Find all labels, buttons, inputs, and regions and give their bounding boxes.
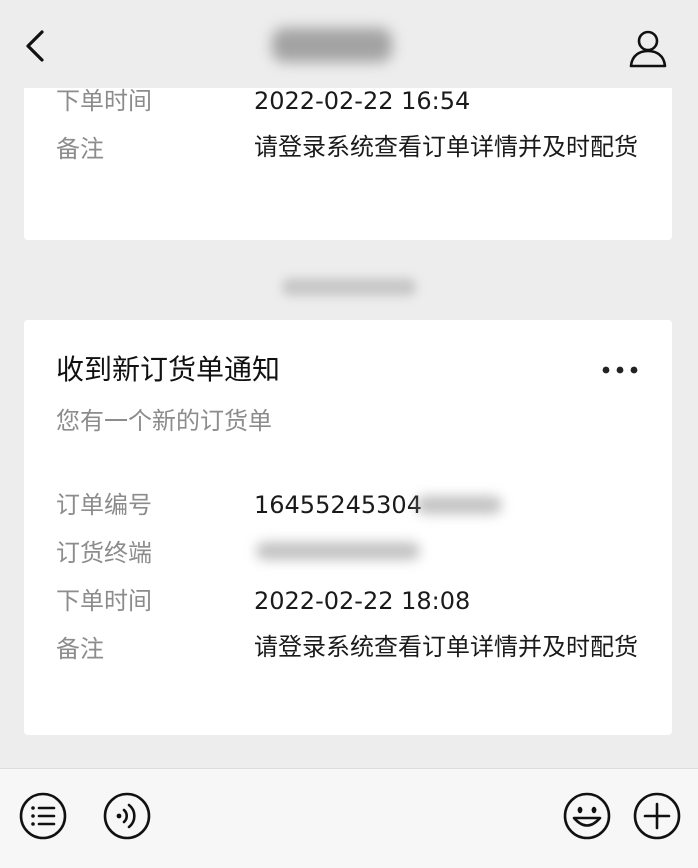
menu-list-icon[interactable]	[18, 791, 68, 841]
remark-value: 请登录系统查看订单详情并及时配货	[254, 133, 638, 161]
home-indicator-strip	[0, 852, 698, 868]
order-number-blur	[416, 496, 502, 514]
voice-icon[interactable]	[102, 791, 152, 841]
remark-label: 备注	[56, 135, 104, 163]
card-description: 您有一个新的订货单	[56, 407, 272, 435]
order-time-label: 下单时间	[56, 87, 152, 115]
order-time-label: 下单时间	[56, 587, 152, 615]
emoji-icon[interactable]	[562, 791, 612, 841]
remark-label: 备注	[56, 635, 104, 663]
message-timestamp	[282, 274, 416, 298]
order-terminal-label: 订货终端	[56, 539, 152, 567]
chevron-left-icon[interactable]	[20, 28, 50, 64]
plus-icon[interactable]	[632, 791, 682, 841]
more-dots-icon[interactable]	[598, 360, 642, 380]
order-time-value: 2022-02-22 18:08	[254, 587, 471, 615]
order-number-label: 订单编号	[56, 491, 152, 519]
card-title: 收到新订货单通知	[56, 353, 281, 386]
order-terminal-blur	[256, 542, 420, 560]
nav-header	[0, 0, 698, 88]
remark-value: 请登录系统查看订单详情并及时配货	[254, 633, 638, 661]
message-card-new-order[interactable]: 收到新订货单通知 您有一个新的订货单 订单编号 16455245304 订货终端…	[24, 320, 672, 735]
person-icon[interactable]	[626, 26, 670, 70]
page-title	[272, 28, 422, 62]
